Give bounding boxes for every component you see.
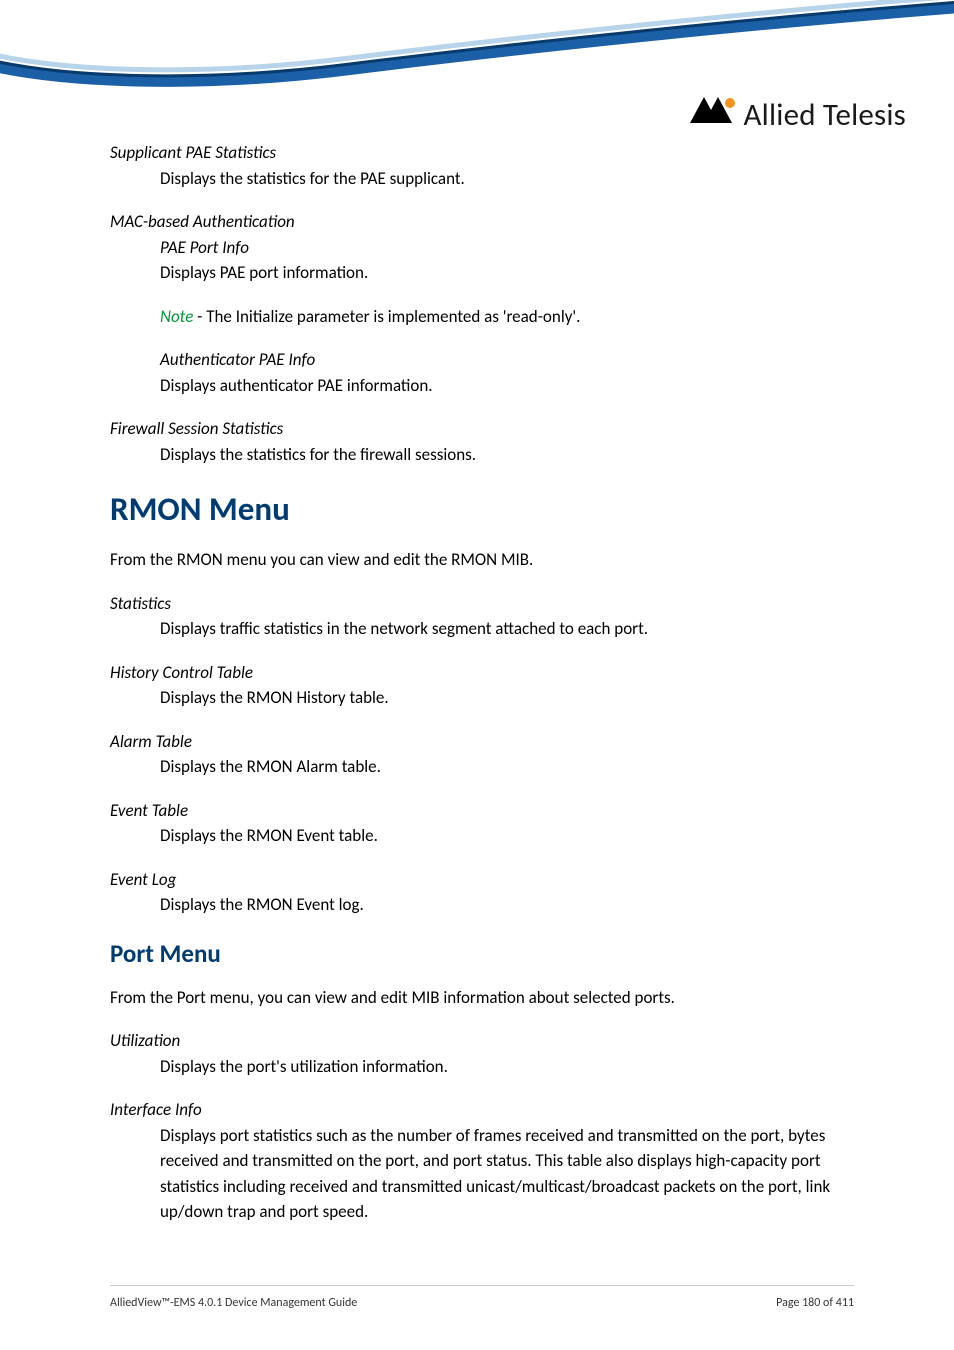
heading-rmon: RMON Menu [110, 489, 854, 529]
desc-pae-port: Displays PAE port information. [160, 260, 854, 286]
desc-interface-info: Displays port statistics such as the num… [160, 1123, 854, 1225]
desc-auth-pae: Displays authenticator PAE information. [160, 373, 854, 399]
desc-utilization: Displays the port's utilization informat… [160, 1054, 854, 1080]
term-event-log: Event Log [110, 867, 854, 893]
note-initialize: Note - The Initialize parameter is imple… [160, 304, 854, 330]
term-utilization: Utilization [110, 1028, 854, 1054]
desc-statistics: Displays traffic statistics in the netwo… [160, 616, 854, 642]
term-supplicant: Supplicant PAE Statistics [110, 140, 854, 166]
term-pae-port: PAE Port Info [160, 235, 854, 261]
term-alarm: Alarm Table [110, 729, 854, 755]
term-auth-pae: Authenticator PAE Info [160, 347, 854, 373]
footer-left: AlliedView™-EMS 4.0.1 Device Management … [110, 1296, 357, 1310]
term-statistics: Statistics [110, 591, 854, 617]
note-label: Note [160, 306, 193, 327]
heading-port: Port Menu [110, 938, 854, 969]
logo-mark-icon [690, 95, 738, 134]
content: Supplicant PAE Statistics Displays the s… [0, 140, 954, 1225]
term-interface-info: Interface Info [110, 1097, 854, 1123]
note-text: - The Initialize parameter is implemente… [193, 306, 580, 327]
logo-text: Allied Telesis [744, 96, 906, 134]
desc-history: Displays the RMON History table. [160, 685, 854, 711]
term-firewall: Firewall Session Statistics [110, 416, 854, 442]
page: Allied Telesis Supplicant PAE Statistics… [0, 0, 954, 1350]
rmon-intro: From the RMON menu you can view and edit… [110, 547, 854, 573]
brand-logo: Allied Telesis [690, 95, 906, 134]
desc-event-log: Displays the RMON Event log. [160, 892, 854, 918]
header: Allied Telesis [0, 0, 954, 140]
term-mac-auth: MAC-based Authentication [110, 209, 854, 235]
desc-event-table: Displays the RMON Event table. [160, 823, 854, 849]
desc-alarm: Displays the RMON Alarm table. [160, 754, 854, 780]
footer: AlliedView™-EMS 4.0.1 Device Management … [110, 1285, 854, 1310]
footer-right: Page 180 of 411 [776, 1296, 854, 1310]
term-history: History Control Table [110, 660, 854, 686]
term-event-table: Event Table [110, 798, 854, 824]
port-intro: From the Port menu, you can view and edi… [110, 985, 854, 1011]
desc-supplicant: Displays the statistics for the PAE supp… [160, 166, 854, 192]
desc-firewall: Displays the statistics for the firewall… [160, 442, 854, 468]
